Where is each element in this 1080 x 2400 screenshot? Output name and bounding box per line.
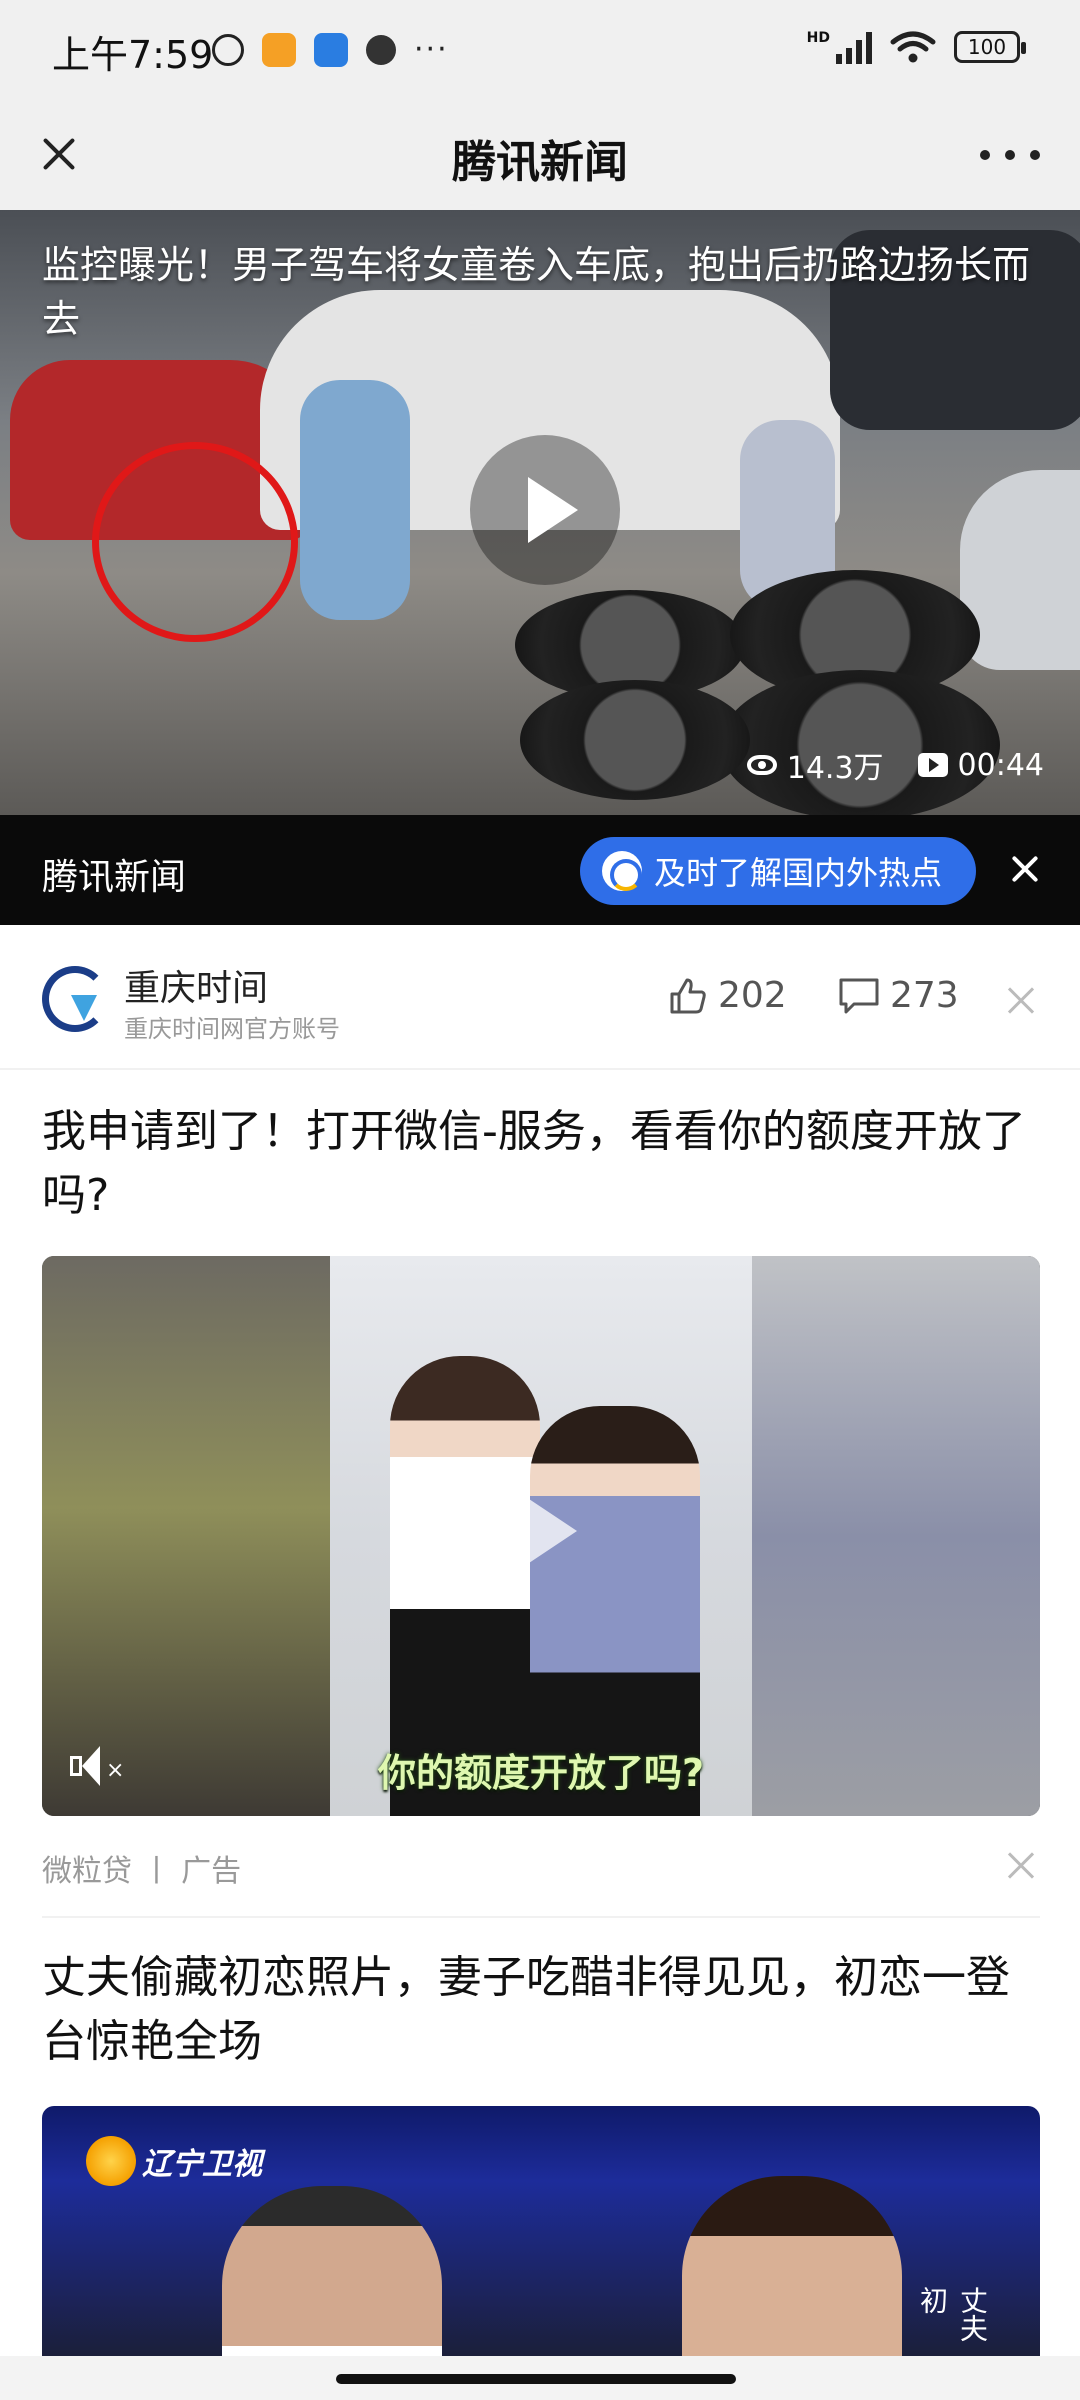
battery-icon: 100 [954,31,1026,63]
app-notification-icon [262,32,296,67]
view-count-text: 14.3万 [786,751,884,786]
dismiss-button[interactable] [1000,981,1040,1021]
like-button[interactable]: 202 [668,975,787,1016]
article-title[interactable]: 丈夫偷藏初恋照片，妻子吃醋非得见见，初恋一登台惊艳全场 [42,1946,1042,2074]
promo-source-label: 腾讯新闻 [42,857,187,898]
wifi-icon [890,30,936,64]
comment-button[interactable]: 273 [838,975,959,1016]
top-nav-bar: 腾讯新闻 [0,100,1080,210]
thumbs-up-icon [670,978,706,1013]
home-indicator-bar [0,2356,1080,2400]
author-row: 重庆时间 重庆时间网官方账号 202 273 [0,925,1080,1070]
mute-icon[interactable]: × [70,1744,124,1790]
ad-source-name: 微粒贷 [42,1854,132,1889]
view-count: 14.3万 [746,743,884,787]
alarm-icon [212,33,244,66]
home-indicator[interactable] [336,2374,736,2384]
ad-source: 微粒贷 丨 广告 [42,1846,241,1890]
video-scene-tire [520,680,750,800]
video-blur-left [42,1256,330,1816]
highlight-circle [92,442,298,642]
divider [42,1916,1040,1918]
dot-icon [980,150,990,160]
video-scene-person [222,2186,442,2356]
video-side-text: 丈夫初 [916,2286,989,2342]
ad-tag: 广告 [181,1854,242,1889]
video-caption: 你的额度开放了吗? [377,1751,705,1795]
hero-video[interactable]: 监控曝光！男子驾车将女童卷入车底，抱出后扔路边扬长而去 14.3万 00:44 [0,210,1080,815]
comment-count: 273 [890,975,959,1016]
follow-news-button[interactable]: 及时了解国内外热点 [580,837,976,905]
article-title[interactable]: 我申请到了！打开微信-服务，看看你的额度开放了吗? [42,1100,1042,1228]
video-duration: 00:44 [917,747,1044,783]
mute-x: × [106,1758,125,1783]
more-notifications-icon: ··· [414,32,449,67]
more-options-button[interactable] [980,130,1040,180]
channel-logo-text: 辽宁卫视 [142,2147,262,2182]
author-avatar[interactable] [42,966,108,1032]
speaker-body [70,1756,82,1776]
close-promo-button[interactable] [1000,843,1050,893]
network-type-label: HD [806,30,830,46]
play-button[interactable] [470,435,620,585]
status-bar: 上午7:59 ··· HD 100 [0,0,1080,100]
duration-text: 00:44 [957,747,1044,783]
video-scene-person [300,380,410,620]
video-icon [917,753,948,777]
status-notification-icons: ··· [212,32,449,67]
author-name[interactable]: 重庆时间 [124,959,268,1011]
video-meta: 14.3万 00:44 [746,743,1044,787]
article-video[interactable]: 辽宁卫视 丈夫初 [42,2106,1040,2356]
speaker-cone [82,1746,100,1786]
ad-source-separator: 丨 [141,1854,172,1889]
dismiss-ad-button[interactable] [1000,1846,1040,1886]
follow-news-label: 及时了解国内外热点 [654,854,943,892]
eye-icon [746,755,777,775]
signal-icon: HD [807,30,872,64]
comment-icon [839,978,879,1013]
status-time: 上午7:59 [52,33,214,77]
app-notification-icon [314,32,348,67]
dot-icon [1030,150,1040,160]
author-subtitle: 重庆时间网官方账号 [124,1015,340,1043]
video-blur-right [752,1256,1040,1816]
ad-video[interactable]: 你的额度开放了吗? × [42,1256,1040,1816]
hero-video-title: 监控曝光！男子驾车将女童卷入车底，抱出后扔路边扬长而去 [42,243,1031,341]
page-title: 腾讯新闻 [452,137,628,188]
tencent-news-logo-icon [602,851,642,891]
tv-channel-logo: 辽宁卫视 [86,2136,262,2186]
channel-logo-icon [86,2136,136,2186]
status-system-icons: HD 100 [807,30,1026,64]
video-scene-person [682,2176,902,2356]
play-button[interactable] [497,1481,587,1581]
like-count: 202 [718,975,787,1016]
dot-icon [1005,150,1015,160]
app-notification-icon [366,34,396,65]
promo-bar: 腾讯新闻 及时了解国内外热点 [0,815,1080,925]
